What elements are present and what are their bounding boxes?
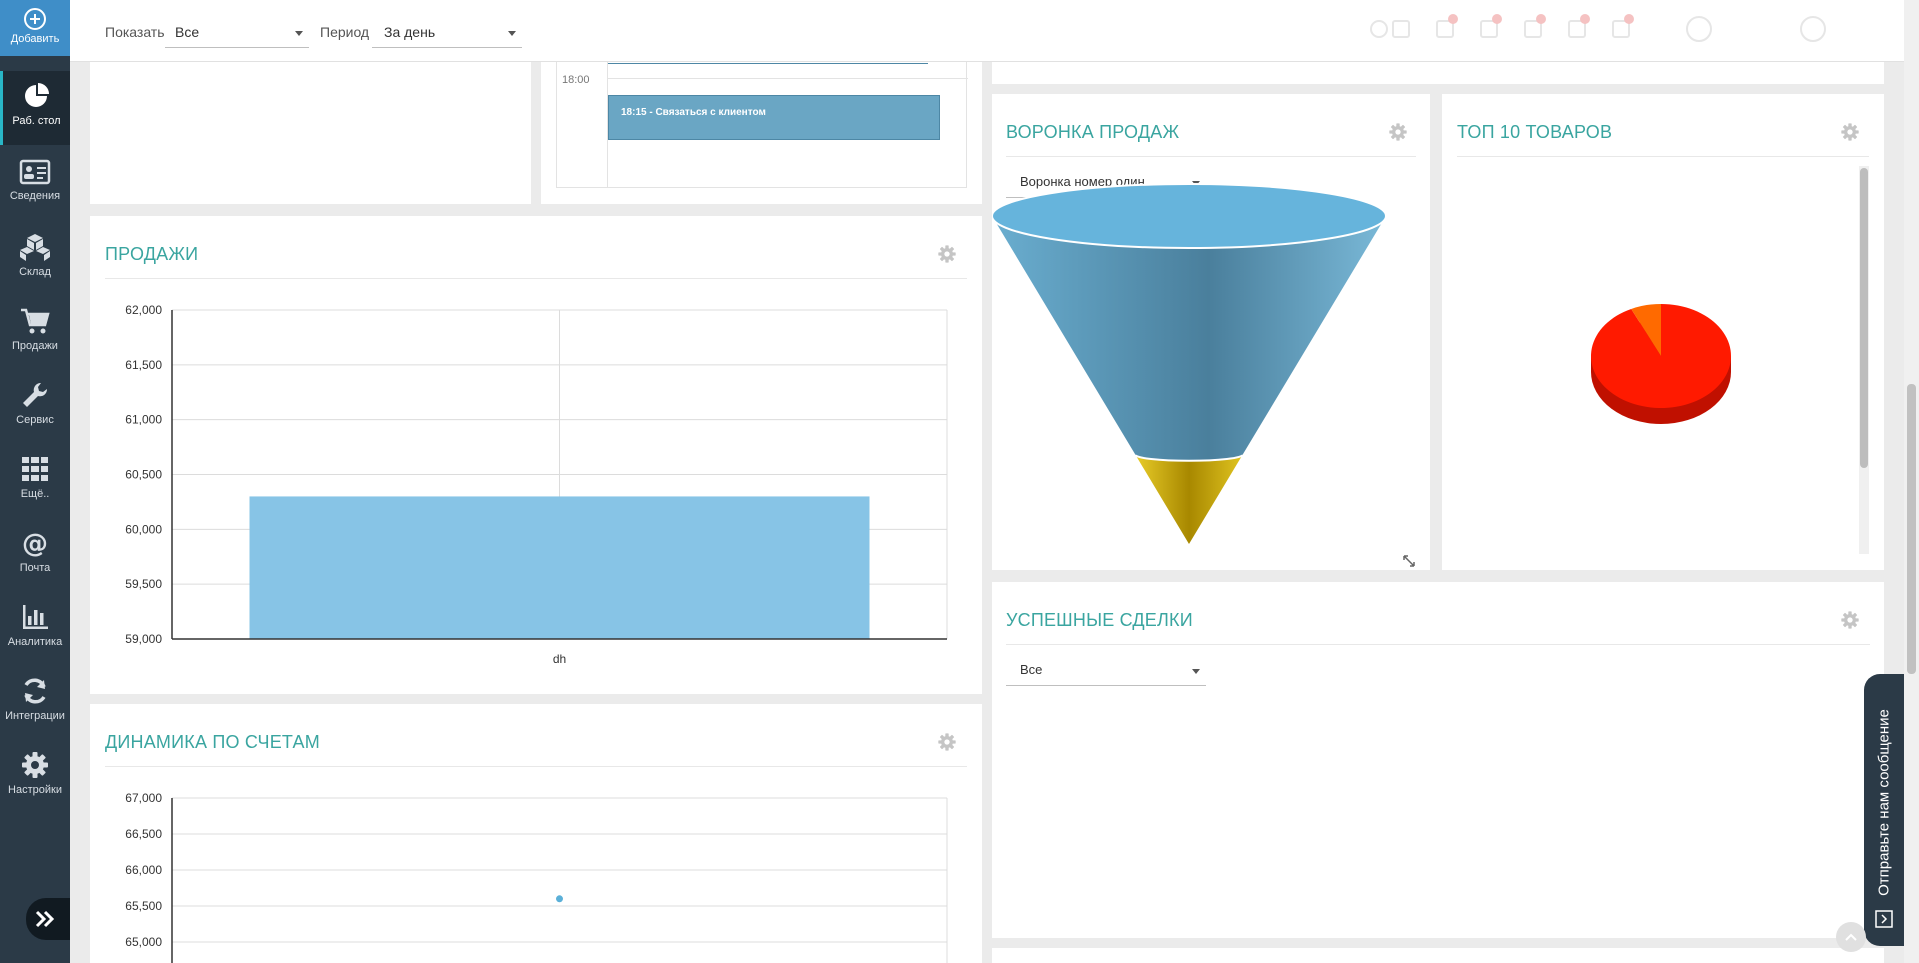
gear-icon	[22, 752, 48, 778]
calendar-icon[interactable]	[1392, 20, 1410, 38]
sidebar-item-mail[interactable]: @ Почта	[0, 518, 70, 592]
deals-select[interactable]: Все	[1006, 662, 1206, 686]
chevron-down-icon	[1192, 669, 1200, 674]
page-scrollbar-thumb[interactable]	[1907, 384, 1916, 674]
show-filter-select[interactable]: Все	[165, 24, 309, 48]
boxes-icon	[20, 234, 50, 261]
svg-text:@: @	[22, 529, 48, 558]
y-tick-label: 66,000	[125, 863, 162, 877]
sidebar-item-more[interactable]: Ещё..	[0, 444, 70, 518]
deals-settings-gear-icon[interactable]	[1840, 610, 1860, 630]
funnel-stage-2	[1135, 454, 1243, 544]
prev-event-edge	[608, 63, 928, 64]
calendar-event-text: 18:15 - Связаться с клиентом	[621, 107, 766, 118]
sales-bar-chart: 59,000 59,500 60,000 60,500 61,000 61,500 62,0…	[125, 303, 948, 666]
invoices-scatter-chart: 65,000 65,500 66,000 66,500 67,000	[125, 791, 948, 963]
x-tick-label: dh	[553, 652, 566, 666]
sidebar-item-sales[interactable]: Продажи	[0, 296, 70, 370]
sales-funnel-chart	[992, 183, 1387, 544]
double-chevron-right-icon	[35, 910, 55, 928]
notification-badge	[1536, 14, 1546, 24]
notification-badge	[1580, 14, 1590, 24]
sidebar-item-settings[interactable]: Настройки	[0, 740, 70, 814]
period-filter-label: Период	[320, 24, 370, 40]
y-tick-label: 60,000	[125, 522, 162, 536]
partial-widget-bottom	[992, 948, 1884, 963]
sidebar-item-label: Ещё..	[20, 488, 50, 500]
sidebar-item-label: Сведения	[9, 190, 61, 202]
at-icon: @	[22, 529, 48, 558]
sidebar-item-analytics[interactable]: Аналитика	[0, 592, 70, 666]
avatar[interactable]	[1800, 16, 1826, 42]
feedback-expand-icon	[1875, 910, 1893, 928]
cart-icon	[21, 308, 50, 334]
top-filter-bar: Показать Все Период За день	[70, 0, 1919, 62]
show-filter-value: Все	[175, 24, 200, 40]
sidebar: Добавить Раб. стол Сведения Склад Продаж…	[0, 0, 70, 963]
sidebar-item-integrations[interactable]: Интеграции	[0, 666, 70, 740]
bar	[249, 496, 870, 639]
y-tick-label: 61,500	[125, 358, 162, 372]
y-tick-label: 59,500	[125, 577, 162, 591]
partial-widget-right	[992, 62, 1884, 84]
feedback-tab-label: Отправьте нам сообщение	[1875, 709, 1893, 896]
deals-select-value: Все	[1020, 662, 1043, 677]
funnel-top-ellipse	[992, 183, 1387, 249]
page-scrollbar[interactable]	[1904, 0, 1919, 963]
y-tick-label: 66,500	[125, 827, 162, 841]
pie-chart-icon	[24, 83, 49, 107]
show-filter-label: Показать	[105, 24, 165, 40]
add-button[interactable]: Добавить	[0, 0, 70, 56]
deals-widget-title: УСПЕШНЫЕ СДЕЛКИ	[1006, 610, 1193, 630]
y-tick-label: 67,000	[125, 791, 162, 805]
period-filter-select[interactable]: За день	[372, 24, 522, 48]
plus-circle-icon	[24, 8, 46, 30]
sidebar-item-label: Интеграции	[5, 710, 65, 722]
data-point	[556, 895, 563, 903]
sidebar-item-service[interactable]: Сервис	[0, 370, 70, 444]
sidebar-item-label: Сервис	[16, 414, 54, 426]
notification-badge	[1624, 14, 1634, 24]
top10-pie-chart	[1591, 304, 1731, 424]
sidebar-expand-button[interactable]	[26, 898, 70, 940]
bar-chart-icon	[23, 605, 48, 629]
funnel-stage-1	[992, 216, 1386, 461]
sidebar-item-label: Продажи	[12, 340, 58, 352]
y-tick-label: 65,000	[125, 935, 162, 949]
partial-widget-left	[90, 62, 531, 204]
grid-icon	[22, 457, 48, 481]
y-tick-label: 61,000	[125, 413, 162, 427]
sidebar-item-label: Раб. стол	[12, 115, 61, 127]
notification-badge	[1448, 14, 1458, 24]
chevron-down-icon	[508, 31, 516, 36]
sidebar-item-label: Настройки	[8, 784, 62, 796]
y-tick-label: 65,500	[125, 899, 162, 913]
time-slot-label: 18:00	[562, 74, 590, 86]
y-tick-label: 59,000	[125, 632, 162, 646]
add-button-label: Добавить	[10, 33, 60, 45]
sidebar-item-info[interactable]: Сведения	[0, 148, 70, 222]
chevron-down-icon	[295, 31, 303, 36]
calendar-event[interactable]: 18:15 - Связаться с клиентом	[608, 95, 940, 140]
id-card-icon	[19, 159, 51, 185]
sidebar-item-warehouse[interactable]: Склад	[0, 222, 70, 296]
sidebar-item-label: Аналитика	[7, 636, 63, 648]
notification-badge	[1492, 14, 1502, 24]
feedback-tab[interactable]: Отправьте нам сообщение	[1864, 674, 1904, 946]
period-filter-value: За день	[384, 24, 436, 40]
sidebar-item-dashboard[interactable]: Раб. стол	[0, 71, 70, 145]
sidebar-item-label: Склад	[19, 266, 51, 278]
chevron-up-icon	[1845, 933, 1857, 941]
y-tick-label: 62,000	[125, 303, 162, 317]
deals-widget: УСПЕШНЫЕ СДЕЛКИ Все	[992, 582, 1884, 938]
sync-icon	[24, 678, 46, 704]
y-tick-label: 60,500	[125, 468, 162, 482]
wrench-icon	[23, 382, 48, 407]
search-icon[interactable]	[1370, 20, 1388, 38]
scroll-to-top-button[interactable]	[1836, 922, 1866, 952]
help-icon[interactable]	[1686, 16, 1712, 42]
sidebar-item-label: Почта	[19, 562, 51, 574]
